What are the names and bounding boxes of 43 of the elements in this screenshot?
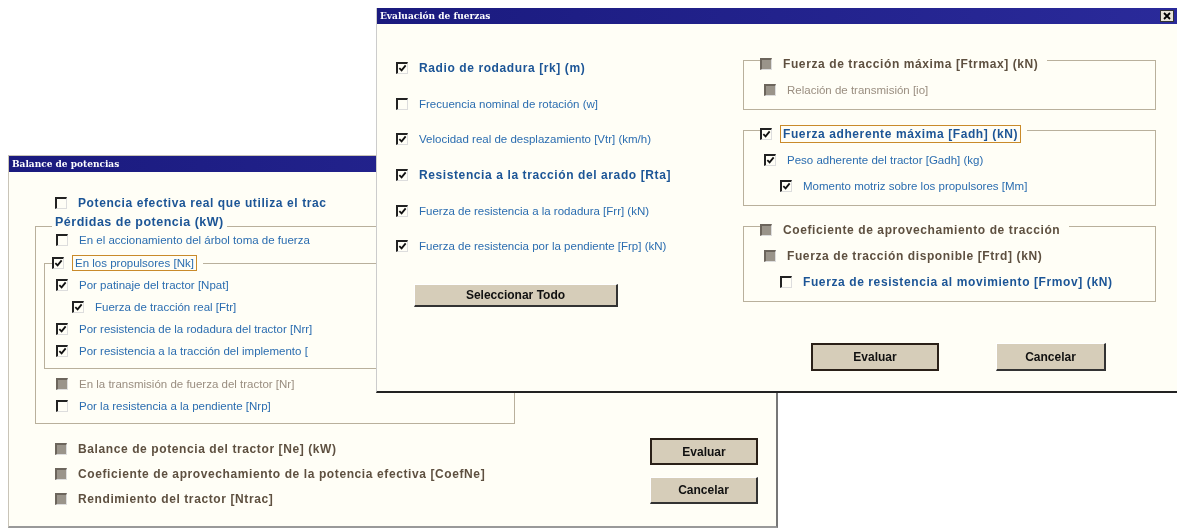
- select-all-button[interactable]: Seleccionar Todo: [414, 284, 618, 308]
- checkbox-label[interactable]: Fuerza de resistencia por la pendiente [Frp] (kN): [416, 238, 670, 255]
- checkbox[interactable]: [56, 400, 68, 412]
- checkbox-label[interactable]: En el accionamiento del árbol toma de fuerza: [76, 232, 313, 248]
- checkbox[interactable]: [396, 204, 408, 217]
- checkbox[interactable]: [52, 257, 64, 269]
- group-title: Pérdidas de potencia (kW): [52, 215, 227, 229]
- checkbox-label[interactable]: En los propulsores [Nk]: [72, 255, 197, 271]
- checkbox-label[interactable]: Resistencia a la tracción del arado [Rta]: [416, 165, 674, 184]
- checkbox-label[interactable]: Radio de rodadura [rk] (m): [416, 58, 589, 77]
- checkbox[interactable]: [760, 128, 772, 140]
- window-title: Evaluación de fuerzas: [380, 11, 491, 21]
- checkbox[interactable]: [56, 234, 68, 246]
- checkbox-label[interactable]: Por patinaje del tractor [Npat]: [76, 277, 232, 293]
- checkbox[interactable]: [56, 345, 68, 357]
- checkbox[interactable]: [396, 168, 408, 181]
- checkbox[interactable]: [56, 279, 68, 291]
- evaluate-button[interactable]: Evaluar: [811, 343, 939, 372]
- window-title: Balance de potencias: [12, 159, 120, 169]
- checkbox[interactable]: [396, 61, 408, 74]
- checkbox-label[interactable]: Peso adherente del tractor [Gadh] (kg): [784, 152, 987, 168]
- checkbox-label[interactable]: Frecuencia nominal de rotación (w]: [416, 95, 601, 112]
- checkbox[interactable]: [764, 154, 776, 166]
- checkbox[interactable]: [396, 133, 408, 146]
- checkbox-label[interactable]: Momento motriz sobre los propulsores [Mm]: [800, 178, 1031, 194]
- evaluate-button[interactable]: Evaluar: [650, 438, 758, 465]
- checkbox[interactable]: [56, 323, 68, 335]
- checkbox[interactable]: [396, 97, 408, 110]
- cancel-button[interactable]: Cancelar: [996, 343, 1106, 372]
- checkbox-label[interactable]: Por resistencia de la rodadura del tractor [Nrr]: [76, 321, 316, 337]
- checkbox-label[interactable]: Fuerza adherente máxima [Fadh] (kN): [780, 125, 1022, 143]
- checkbox-label[interactable]: Potencia efectiva real que utiliza el trac: [75, 194, 330, 212]
- checkbox-label[interactable]: Velocidad real de desplazamiento [Vtr] (km/h): [416, 131, 655, 148]
- checkbox[interactable]: [396, 240, 408, 253]
- checkbox-label[interactable]: Fuerza de resistencia a la rodadura [Frr] (kN): [416, 202, 653, 219]
- checkbox[interactable]: [55, 197, 67, 209]
- cancel-button[interactable]: Cancelar: [650, 477, 758, 504]
- checkbox-label[interactable]: Por la resistencia a la pendiente [Nrp]: [76, 398, 274, 414]
- close-icon[interactable]: [1160, 10, 1174, 22]
- checkbox-label[interactable]: Por resistencia a la tracción del implemento [: [76, 343, 311, 359]
- checkbox[interactable]: [780, 180, 792, 192]
- checkbox[interactable]: [72, 301, 84, 313]
- checkbox-label[interactable]: Fuerza de tracción real [Ftr]: [92, 299, 240, 315]
